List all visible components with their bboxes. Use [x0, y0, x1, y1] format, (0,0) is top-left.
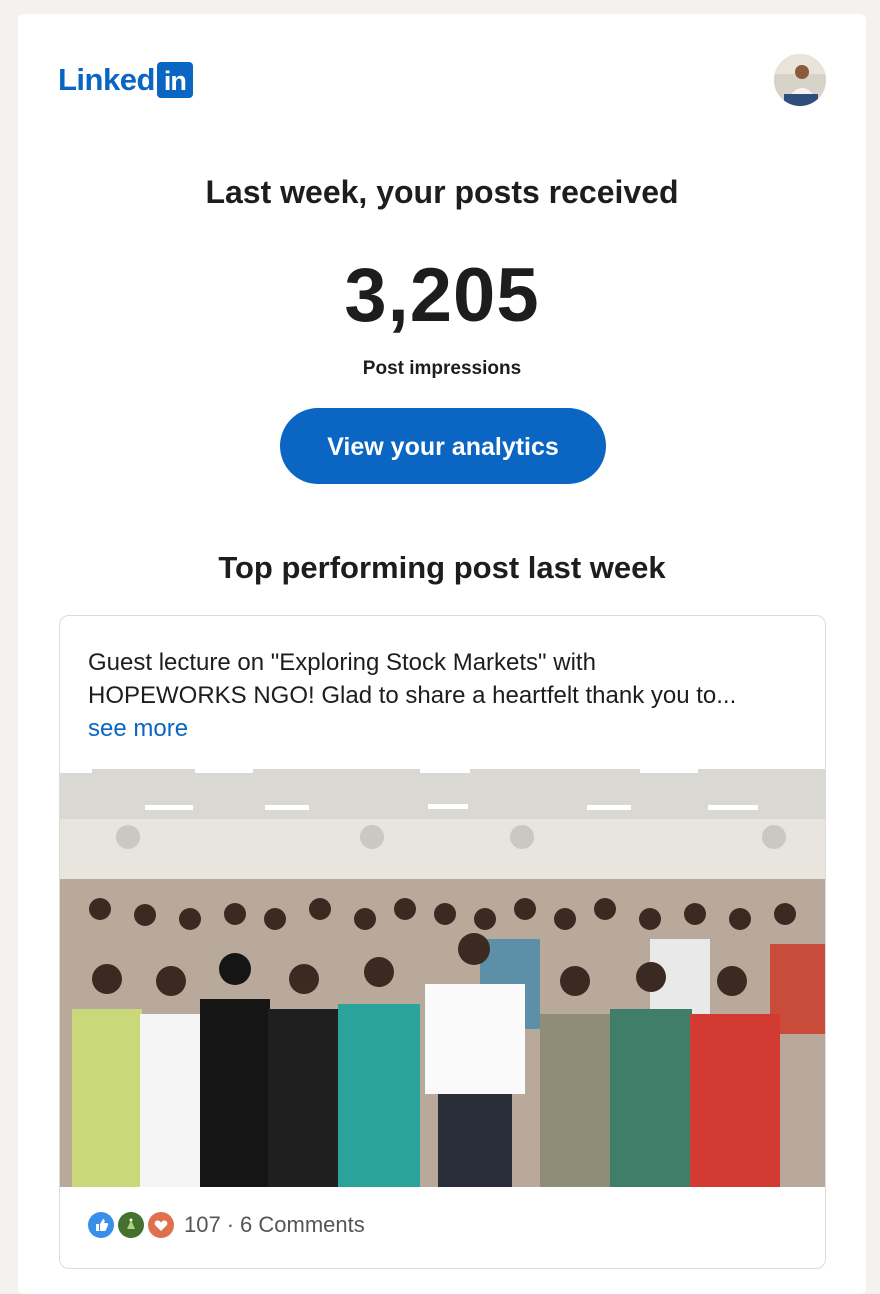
- headline: Last week, your posts received: [205, 174, 679, 210]
- avatar-photo-icon: [774, 54, 826, 106]
- view-analytics-button[interactable]: View your analytics: [280, 408, 606, 484]
- post-text: Guest lecture on "Exploring Stock Market…: [88, 646, 808, 745]
- comments-count[interactable]: 6 Comments: [240, 1212, 365, 1238]
- separator-dot: ·: [226, 1212, 235, 1237]
- section-title: Top performing post last week: [218, 550, 666, 585]
- logo-text: Linked: [58, 62, 155, 97]
- celebrate-icon: [118, 1212, 144, 1238]
- post-text-line-1: Guest lecture on "Exploring Stock Market…: [88, 649, 596, 676]
- like-icon: [88, 1212, 114, 1238]
- reaction-count: 107: [184, 1212, 221, 1237]
- post-card[interactable]: Guest lecture on "Exploring Stock Market…: [59, 615, 826, 1269]
- impressions-count: 3,205: [344, 253, 540, 338]
- group-photo-illustration: [60, 769, 825, 1187]
- avatar[interactable]: [774, 54, 826, 106]
- reactions-bar[interactable]: 107 · 6 Comments: [88, 1212, 365, 1238]
- email-card: Linked in Last week, your posts received …: [18, 14, 866, 1294]
- logo-in-box: in: [156, 62, 193, 98]
- see-more-link[interactable]: see more: [88, 712, 808, 745]
- impressions-label: Post impressions: [362, 358, 522, 379]
- post-text-line-2: HOPEWORKS NGO! Glad to share a heartfelt…: [88, 682, 737, 709]
- love-icon: [148, 1212, 174, 1238]
- post-image[interactable]: [60, 769, 825, 1187]
- linkedin-logo[interactable]: Linked in: [58, 62, 193, 98]
